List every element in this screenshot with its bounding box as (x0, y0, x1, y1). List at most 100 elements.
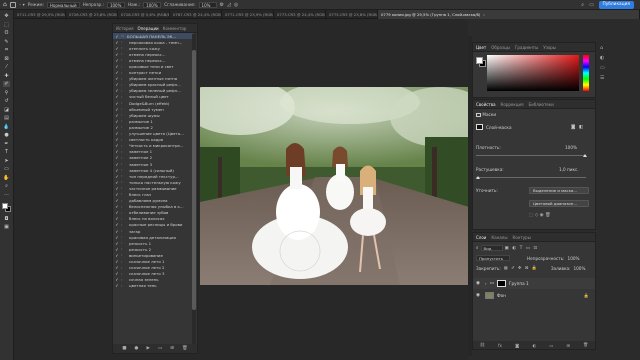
expand-chevron-icon[interactable]: › (121, 77, 127, 81)
expand-chevron-icon[interactable]: › (121, 150, 127, 154)
type-tool-icon[interactable]: T (3, 149, 10, 155)
check-icon[interactable]: ✓ (113, 82, 121, 87)
check-icon[interactable]: ✓ (113, 174, 121, 179)
feather-value[interactable]: 1,0 пикс. (559, 167, 579, 172)
stop-icon[interactable]: ■ (122, 346, 126, 351)
delete-icon[interactable]: 🗑 (182, 346, 188, 351)
document-tab[interactable]: 0726.CR3 @ 23,8% (RGB/8)× (66, 10, 118, 19)
tab-channels[interactable]: Каналы (491, 235, 507, 240)
check-icon[interactable]: ✓ (113, 216, 121, 221)
document-tab[interactable]: 0775.CR3 @ 23,8% (RGB/8)× (326, 10, 378, 19)
expand-chevron-icon[interactable]: › (121, 253, 127, 257)
check-icon[interactable]: ✓ (113, 88, 121, 93)
check-icon[interactable]: ✓ (113, 34, 121, 39)
check-icon[interactable]: ✓ (113, 265, 121, 270)
check-icon[interactable]: ✓ (113, 94, 121, 99)
foreground-color-mini[interactable] (476, 57, 483, 64)
group-mask-thumbnail[interactable] (496, 280, 506, 287)
tab-color[interactable]: Цвет (476, 45, 486, 50)
document-tab[interactable]: 0773.CR3 @ 24,4% (RGB/8)× (274, 10, 326, 19)
expand-chevron-icon[interactable]: › (121, 260, 127, 264)
link-icon[interactable]: ⛓ (480, 342, 485, 348)
check-icon[interactable]: ✓ (113, 107, 121, 112)
document-tab[interactable]: 0767.CR3 @ 24,4% (RGB/8)× (170, 10, 222, 19)
apply-mask-icon[interactable]: ◇ (535, 213, 538, 218)
opacity-field[interactable]: 100% (106, 1, 125, 8)
expand-chevron-icon[interactable]: › (121, 272, 127, 276)
smoothing-field[interactable]: 10% (198, 1, 217, 8)
trash-icon[interactable]: 🗑 (583, 342, 588, 348)
document-tab[interactable]: 0771.CR3 @ 23,9% (RGB/8)× (222, 10, 274, 19)
dock-icon[interactable]: ☰ (600, 75, 604, 81)
angle-icon[interactable]: ◿ (227, 2, 231, 8)
action-row[interactable]: ✓ › цветная тень (113, 283, 193, 289)
more-tools-icon[interactable]: ··· (3, 192, 10, 198)
expand-chevron-icon[interactable]: › (121, 223, 127, 227)
check-icon[interactable]: ✓ (113, 131, 121, 136)
history-brush-tool-icon[interactable]: ↺ (3, 98, 10, 104)
check-icon[interactable]: ✓ (113, 253, 121, 258)
layer-kind-select[interactable]: Вид (480, 245, 503, 251)
check-icon[interactable]: ✓ (113, 143, 121, 148)
expand-chevron-icon[interactable]: › (121, 235, 127, 239)
layer-row-background[interactable]: ◉ Фон 🔒 (473, 290, 595, 301)
expand-chevron-icon[interactable]: › (121, 71, 127, 75)
color-swatches[interactable] (1, 203, 12, 213)
fx-icon[interactable]: fx (498, 343, 502, 348)
new-group-icon[interactable]: ▭ (549, 343, 553, 348)
play-icon[interactable]: ▶ (146, 346, 149, 351)
tab-swatches[interactable]: Образцы (491, 45, 510, 50)
document-image[interactable] (200, 87, 469, 285)
expand-chevron-icon[interactable]: › (121, 192, 127, 196)
density-slider[interactable] (476, 155, 586, 156)
check-icon[interactable]: ✓ (113, 241, 121, 246)
close-tab-icon[interactable]: × (482, 10, 485, 19)
expand-chevron-icon[interactable]: › (121, 229, 127, 233)
check-icon[interactable]: ✓ (113, 247, 121, 252)
quick-select-tool-icon[interactable]: ✎ (3, 39, 10, 45)
tab-adjustments[interactable]: Коррекция (501, 102, 524, 107)
search-icon[interactable]: ⌕ (581, 2, 584, 8)
marquee-tool-icon[interactable]: ⬚ (3, 22, 10, 28)
tab-layers[interactable]: Слои (476, 235, 486, 240)
healing-tool-icon[interactable]: ✚ (3, 73, 10, 79)
document-tab[interactable]: 0779 копия.jpg @ 29,5% (Группа 1, Слой-м… (378, 10, 640, 19)
check-icon[interactable]: ✓ (113, 101, 121, 106)
eyedropper-tool-icon[interactable]: ⁄ (3, 64, 10, 70)
expand-chevron-icon[interactable]: › (121, 162, 127, 166)
tab-patterns[interactable]: Узоры (543, 45, 556, 50)
expand-chevron-icon[interactable]: › (121, 217, 127, 221)
pen-tool-icon[interactable]: ✒ (3, 141, 10, 147)
document-tab[interactable]: 0711.CR3 @ 29,5% (RGB/8...× (14, 10, 66, 19)
expand-chevron-icon[interactable]: › (121, 52, 127, 56)
load-selection-icon[interactable]: ⬚ (529, 213, 533, 218)
expand-chevron-icon[interactable]: › (121, 89, 127, 93)
expand-chevron-icon[interactable]: › (485, 281, 487, 286)
zoom-tool-icon[interactable]: ⌕ (3, 183, 10, 189)
color-range-button[interactable]: Цветовой диапазон... (529, 200, 589, 207)
check-icon[interactable]: ✓ (113, 64, 121, 69)
check-icon[interactable]: ✓ (113, 180, 121, 185)
check-icon[interactable]: ✓ (113, 46, 121, 51)
frame-tool-icon[interactable]: ⊠ (3, 56, 10, 62)
check-icon[interactable]: ✓ (113, 76, 121, 81)
check-icon[interactable]: ✓ (113, 149, 121, 154)
new-layer-icon[interactable]: ⊞ (566, 343, 570, 348)
expand-chevron-icon[interactable]: › (121, 266, 127, 270)
expand-chevron-icon[interactable]: › (121, 180, 127, 184)
adjustment-layer-icon[interactable]: ◐ (532, 343, 536, 348)
path-select-tool-icon[interactable]: ➤ (3, 158, 10, 164)
tab-history[interactable]: История (116, 26, 134, 31)
screen-mode-icon[interactable]: ▣ (3, 224, 10, 230)
check-icon[interactable]: ✓ (113, 198, 121, 203)
check-icon[interactable]: ✓ (113, 229, 121, 234)
dodge-tool-icon[interactable]: ● (3, 132, 10, 138)
select-and-mask-button[interactable]: Выделение и маска... (529, 187, 589, 194)
expand-chevron-icon[interactable]: › (121, 107, 127, 111)
expand-chevron-icon[interactable]: › (121, 83, 127, 87)
workspace-icon[interactable]: ▭ (589, 2, 594, 8)
check-icon[interactable]: ✓ (113, 155, 121, 160)
shape-tool-icon[interactable]: ▭ (3, 166, 10, 172)
expand-chevron-icon[interactable]: › (121, 46, 127, 50)
visibility-eye-icon[interactable]: ◉ (476, 281, 482, 286)
